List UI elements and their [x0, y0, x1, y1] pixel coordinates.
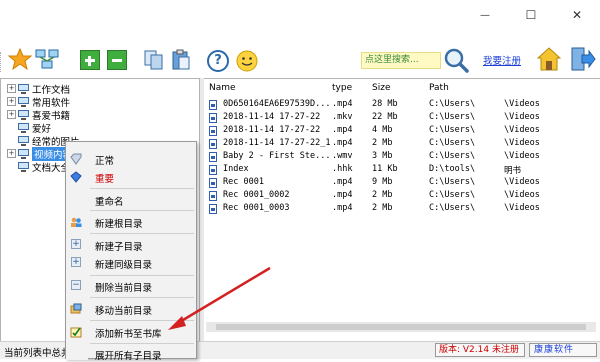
- app-window: — ☐ ✕ ? 点这里搜索... 我要注册 + 工作文档 + 常用软件 + 喜爱…: [0, 0, 600, 362]
- annotation-arrow: [168, 266, 271, 330]
